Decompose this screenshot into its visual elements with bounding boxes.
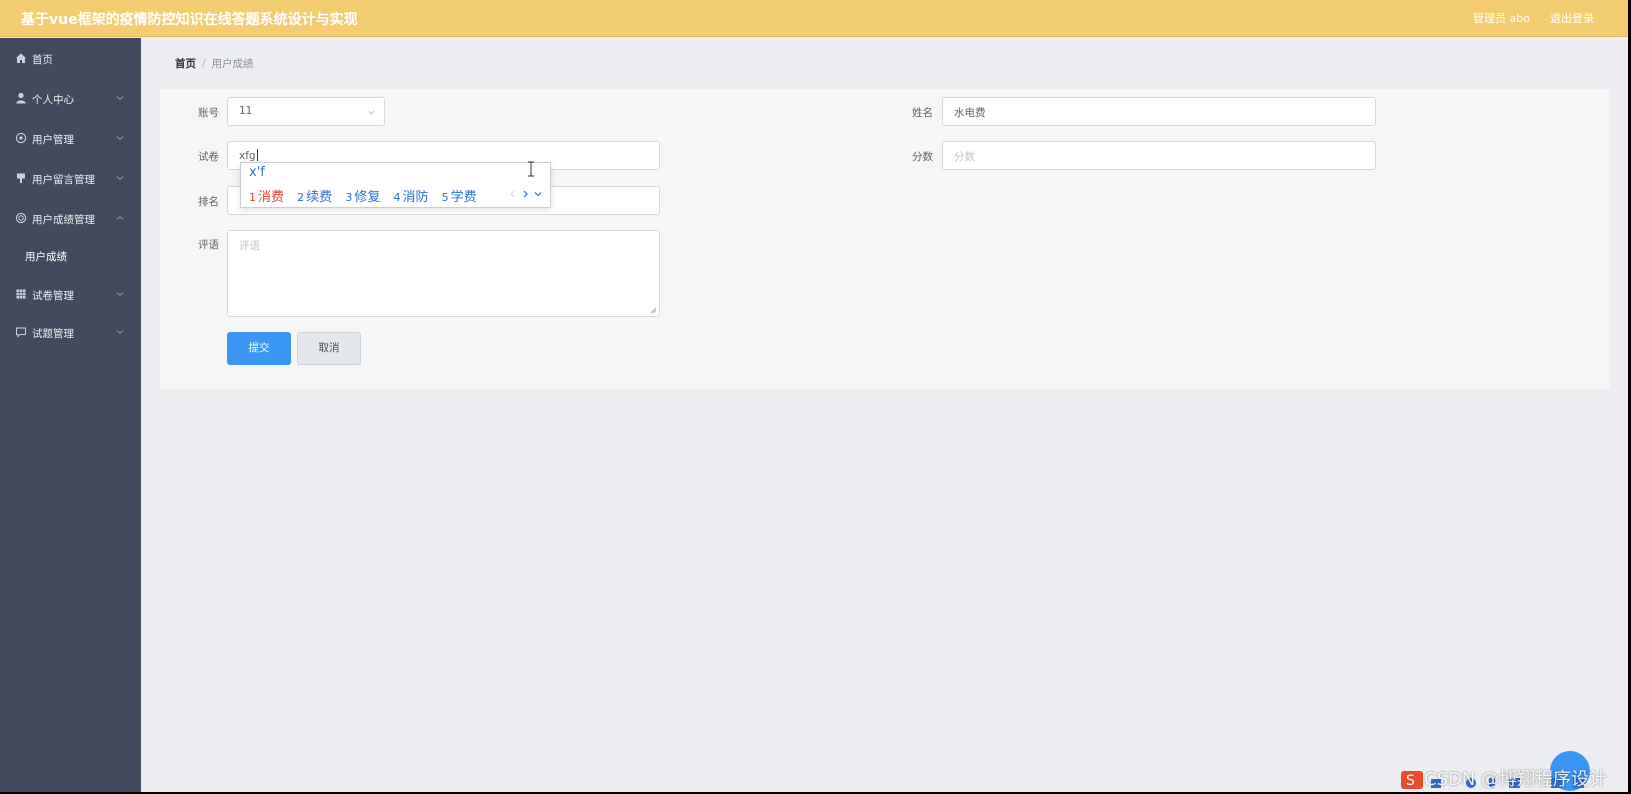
chevron-down-icon — [116, 136, 124, 141]
name-field-value: 水电费 — [954, 107, 986, 119]
breadcrumb-separator: / — [202, 58, 206, 70]
cancel-button[interactable]: 取消 — [297, 332, 361, 365]
chevron-down-icon — [116, 176, 124, 181]
sidebar-subitem-label: 用户成绩 — [25, 251, 67, 263]
chevron-down-icon — [116, 330, 124, 335]
logout-link[interactable]: 退出登录 — [1550, 10, 1594, 26]
home-icon — [16, 53, 26, 63]
submit-button[interactable]: 提交 — [227, 332, 291, 365]
paper-field-value: xfg — [239, 150, 256, 162]
top-header: 基于vue框架的疫情防控知识在线答题系统设计与实现 管理员 abo 退出登录 — [0, 0, 1628, 37]
breadcrumb-home[interactable]: 首页 — [175, 58, 196, 70]
ime-composition: x'f — [249, 165, 265, 180]
ime-candidate-2[interactable]: 2 续费 — [297, 190, 332, 205]
sidebar-item-message-management[interactable]: 用户留言管理 — [0, 168, 141, 190]
ime-page-arrows-icon[interactable] — [508, 187, 544, 201]
sidebar-item-personal-center[interactable]: 个人中心 — [0, 88, 141, 110]
sidebar-item-label: 个人中心 — [32, 94, 74, 106]
sidebar-item-user-management[interactable]: 用户管理 — [0, 128, 141, 150]
comment-textarea-placeholder: 评语 — [239, 240, 260, 252]
users-icon — [15, 132, 27, 144]
comment-label: 评语 — [198, 239, 219, 251]
sidebar-item-label: 用户成绩管理 — [32, 214, 95, 226]
name-field[interactable]: 水电费 — [942, 97, 1376, 126]
name-label: 姓名 — [912, 107, 933, 119]
sidebar-item-label: 用户留言管理 — [32, 174, 95, 186]
sidebar-item-label: 首页 — [32, 54, 53, 66]
user-icon — [16, 92, 26, 104]
ime-candidate-4[interactable]: 4 消防 — [393, 190, 428, 205]
svg-text:S: S — [1406, 773, 1415, 789]
text-cursor-ibeam-icon — [528, 161, 534, 177]
sidebar-item-label: 用户管理 — [32, 134, 74, 146]
score-icon — [15, 212, 27, 224]
breadcrumb-current: 用户成绩 — [211, 58, 254, 70]
chevron-down-icon — [116, 292, 124, 297]
current-user: 管理员 abo — [1473, 12, 1530, 25]
account-select[interactable]: 11 — [227, 97, 385, 126]
score-label: 分数 — [912, 151, 933, 163]
grid-icon — [16, 289, 26, 299]
chevron-down-icon — [368, 110, 375, 115]
text-cursor — [256, 149, 258, 161]
sidebar-item-home[interactable]: 首页 — [0, 48, 141, 70]
sidebar-item-score-management[interactable]: 用户成绩管理 — [0, 208, 141, 230]
ime-candidate-popup: x'f 1 消费 2 续费 3 修复 4 消防 5 学费 — [240, 162, 551, 208]
app-title: 基于vue框架的疫情防控知识在线答题系统设计与实现 — [21, 12, 358, 28]
paper-label: 试卷 — [198, 151, 219, 163]
csdn-watermark: CSDN @博翔程序设计 — [1424, 769, 1608, 790]
chevron-down-icon — [116, 96, 124, 101]
resize-handle-icon[interactable] — [650, 307, 657, 314]
sidebar-subitem-user-scores[interactable]: 用户成绩 — [25, 246, 135, 266]
chevron-up-icon — [116, 215, 124, 220]
ime-candidate-3[interactable]: 3 修复 — [345, 190, 380, 205]
breadcrumb: 首页 / 用户成绩 — [175, 56, 254, 71]
comment-textarea[interactable]: 评语 — [227, 230, 660, 317]
score-field-placeholder: 分数 — [954, 151, 975, 163]
message-icon — [17, 173, 25, 183]
app-screen: 基于vue框架的疫情防控知识在线答题系统设计与实现 管理员 abo 退出登录 首… — [0, 0, 1628, 792]
sidebar-item-paper-management[interactable]: 试卷管理 — [0, 284, 141, 306]
ime-candidate-list: 1 消费 2 续费 3 修复 4 消防 5 学费 — [249, 186, 486, 205]
score-field[interactable]: 分数 — [942, 141, 1376, 170]
sidebar: 首页 个人中心 用户管理 用户留言管理 用户成绩管理 用户成绩 试卷管理 试题管… — [0, 38, 141, 792]
ime-candidate-1[interactable]: 1 消费 — [249, 190, 284, 205]
sidebar-item-label: 试题管理 — [32, 328, 74, 340]
account-label: 账号 — [198, 107, 219, 119]
ime-candidate-5[interactable]: 5 学费 — [442, 190, 477, 205]
rank-label: 排名 — [198, 196, 219, 208]
sidebar-item-question-management[interactable]: 试题管理 — [0, 322, 141, 344]
chat-icon — [16, 327, 26, 338]
sidebar-item-label: 试卷管理 — [32, 290, 74, 302]
account-select-value: 11 — [239, 105, 253, 117]
